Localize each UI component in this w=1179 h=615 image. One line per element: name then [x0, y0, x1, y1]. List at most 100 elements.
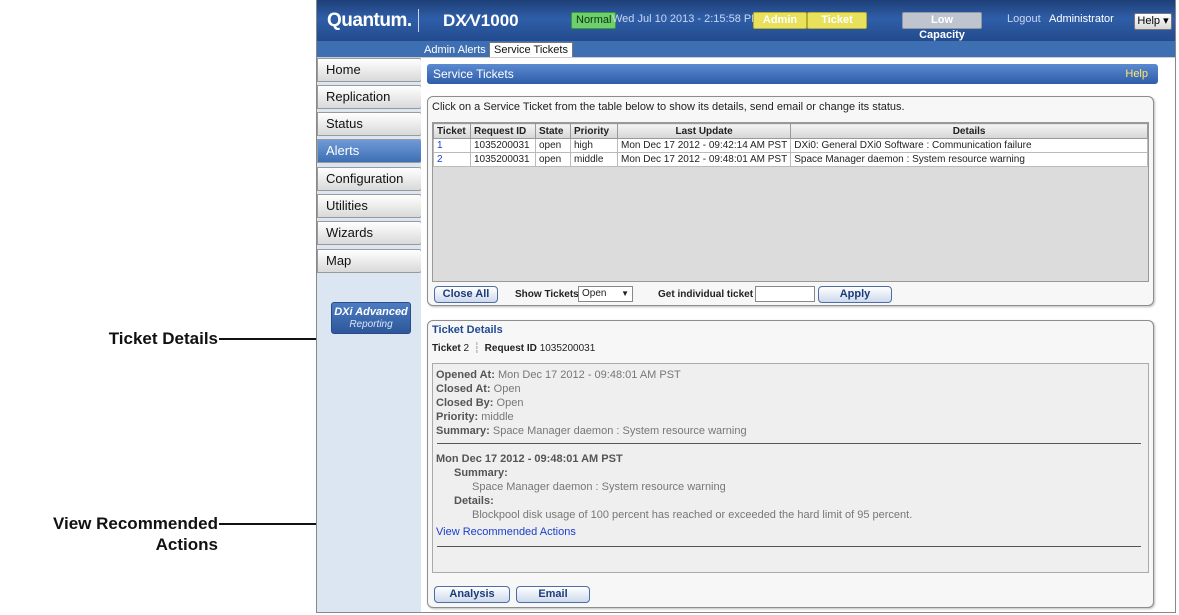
ticket-label: Ticket: [432, 343, 461, 354]
divider: [437, 443, 1141, 444]
id-separator: ┆: [473, 343, 480, 354]
cell-priority: high: [570, 138, 618, 153]
help-menu-button[interactable]: Help ▾: [1134, 13, 1172, 30]
entry-summary-label: Summary:: [454, 467, 508, 479]
request-id-value: 1035200031: [539, 343, 596, 354]
entry-details-label-text: Details:: [454, 495, 494, 507]
callout-ticket-details: Ticket Details: [108, 329, 218, 348]
cell-details: DXi0: General DXi0 Software : Communicat…: [790, 138, 1148, 153]
page-header: Service Tickets Help: [427, 64, 1158, 84]
sidebar-item-status[interactable]: Status: [317, 112, 422, 136]
cell-request-id: 1035200031: [470, 152, 536, 167]
closed-at-value: Open: [493, 383, 521, 395]
show-tickets-label: Show Tickets: [515, 289, 579, 300]
cell-last-update: Mon Dec 17 2012 - 09:42:14 AM PST: [616, 138, 792, 153]
close-all-button[interactable]: Close All: [434, 286, 498, 303]
ticket-table-container: Ticket Request ID State Priority Last Up…: [432, 122, 1149, 282]
table-row[interactable]: 1 1035200031 open high Mon Dec 17 2012 -…: [433, 138, 1148, 153]
show-tickets-select[interactable]: Open ▼: [578, 286, 633, 302]
sidebar-item-wizards[interactable]: Wizards: [317, 221, 422, 245]
closed-at: Closed At: Open: [436, 383, 521, 395]
cell-state: open: [535, 138, 571, 153]
closed-by-label: Closed By:: [436, 397, 494, 409]
col-header-request-id[interactable]: Request ID: [470, 123, 536, 139]
sidebar-item-alerts[interactable]: Alerts: [317, 139, 422, 163]
opened-at-value: Mon Dec 17 2012 - 09:48:01 AM PST: [497, 369, 681, 381]
priority: Priority: middle: [436, 411, 514, 423]
tab-admin-alerts[interactable]: Admin Alerts: [420, 43, 490, 57]
closed-by: Closed By: Open: [436, 397, 523, 409]
entry-date-text: Mon Dec 17 2012 - 09:48:01 AM PST: [436, 453, 623, 465]
logo-divider: [418, 9, 419, 32]
cell-request-id: 1035200031: [470, 138, 536, 153]
get-ticket-label: Get individual ticket: [658, 289, 754, 300]
ticket-number-input[interactable]: [755, 286, 815, 302]
request-id-label: Request ID: [484, 343, 537, 354]
sidebar: Home Replication Status Alerts Configura…: [317, 58, 422, 612]
col-header-last-update[interactable]: Last Update: [616, 123, 792, 139]
page-help-link[interactable]: Help: [1125, 64, 1148, 84]
ticket-detail-box: Opened At: Mon Dec 17 2012 - 09:48:01 AM…: [432, 363, 1149, 573]
col-header-ticket[interactable]: Ticket: [433, 123, 471, 139]
main-content: Service Tickets Help Click on a Service …: [421, 58, 1175, 612]
opened-at-label: Opened At:: [436, 369, 495, 381]
sidebar-item-map[interactable]: Map: [317, 249, 422, 273]
ticket-details-title: Ticket Details: [432, 324, 503, 336]
instructions-text: Click on a Service Ticket from the table…: [432, 101, 905, 113]
ticket-badge[interactable]: Ticket: [807, 12, 867, 29]
ticket-id-line: Ticket 2 ┆ Request ID 1035200031: [432, 343, 595, 354]
summary-label: Summary:: [436, 425, 490, 437]
top-bar: Quantum. DX∕V1000 Normal Wed Jul 10 2013…: [317, 0, 1175, 41]
sidebar-item-home[interactable]: Home: [317, 58, 422, 82]
quantum-logo: Quantum.: [327, 10, 412, 31]
sidebar-item-utilities[interactable]: Utilities: [317, 194, 422, 218]
entry-details-label: Details:: [454, 495, 494, 507]
admin-badge[interactable]: Admin: [753, 12, 807, 29]
email-button[interactable]: Email: [516, 586, 590, 603]
entry-details-value: Blockpool disk usage of 100 percent has …: [472, 509, 913, 521]
ticket-link[interactable]: 1: [437, 140, 443, 151]
cell-priority: middle: [570, 152, 618, 167]
dxi-advanced-reporting-logo[interactable]: DXi Advanced Reporting: [331, 302, 411, 334]
ticket-value: 2: [463, 343, 470, 354]
show-tickets-value: Open: [582, 288, 607, 299]
summary-value: Space Manager daemon : System resource w…: [492, 425, 747, 437]
priority-label: Priority:: [436, 411, 479, 423]
app-window: Quantum. DX∕V1000 Normal Wed Jul 10 2013…: [316, 0, 1176, 613]
col-header-state[interactable]: State: [535, 123, 571, 139]
opened-at: Opened At: Mon Dec 17 2012 - 09:48:01 AM…: [436, 369, 681, 381]
low-capacity-badge[interactable]: Low Capacity: [902, 12, 982, 41]
dxi-logo-line2: Reporting: [349, 319, 393, 330]
callout-view-recommended: View Recommended Actions: [0, 513, 218, 555]
dxi-logo-line1: DXi Advanced: [334, 306, 408, 318]
table-row[interactable]: 2 1035200031 open middle Mon Dec 17 2012…: [433, 152, 1148, 167]
logout-link[interactable]: Logout: [1007, 13, 1041, 25]
product-name: DX∕V1000: [443, 11, 519, 30]
ticket-details-panel: Ticket Details Ticket 2 ┆ Request ID 103…: [427, 320, 1154, 608]
view-recommended-actions-link[interactable]: View Recommended Actions: [436, 526, 576, 538]
callout-view-recommended-line1: View Recommended: [52, 514, 218, 533]
closed-at-label: Closed At:: [436, 383, 491, 395]
cell-details: Space Manager daemon : System resource w…: [790, 152, 1148, 167]
col-header-priority[interactable]: Priority: [570, 123, 618, 139]
cell-ticket[interactable]: 2: [433, 152, 471, 167]
analysis-button[interactable]: Analysis: [434, 586, 510, 603]
cell-last-update: Mon Dec 17 2012 - 09:48:01 AM PST: [616, 152, 792, 167]
apply-button[interactable]: Apply: [818, 286, 892, 303]
cell-ticket[interactable]: 1: [433, 138, 471, 153]
tab-service-tickets[interactable]: Service Tickets: [489, 42, 573, 57]
subtab-bar: Admin Alerts Service Tickets: [317, 41, 1175, 58]
priority-value: middle: [481, 411, 514, 423]
col-header-details[interactable]: Details: [790, 123, 1148, 139]
entry-summary-value: Space Manager daemon : System resource w…: [472, 481, 726, 493]
status-badge[interactable]: Normal: [571, 12, 617, 29]
sidebar-item-configuration[interactable]: Configuration: [317, 167, 422, 191]
divider: [437, 546, 1141, 547]
ticket-table: Ticket Request ID State Priority Last Up…: [433, 123, 1148, 167]
username: Administrator: [1049, 13, 1114, 25]
chevron-down-icon: ▼: [621, 289, 629, 298]
page-title: Service Tickets: [433, 67, 514, 81]
ticket-link[interactable]: 2: [437, 154, 443, 165]
sidebar-item-replication[interactable]: Replication: [317, 85, 422, 109]
entry-date: Mon Dec 17 2012 - 09:48:01 AM PST: [436, 453, 623, 465]
